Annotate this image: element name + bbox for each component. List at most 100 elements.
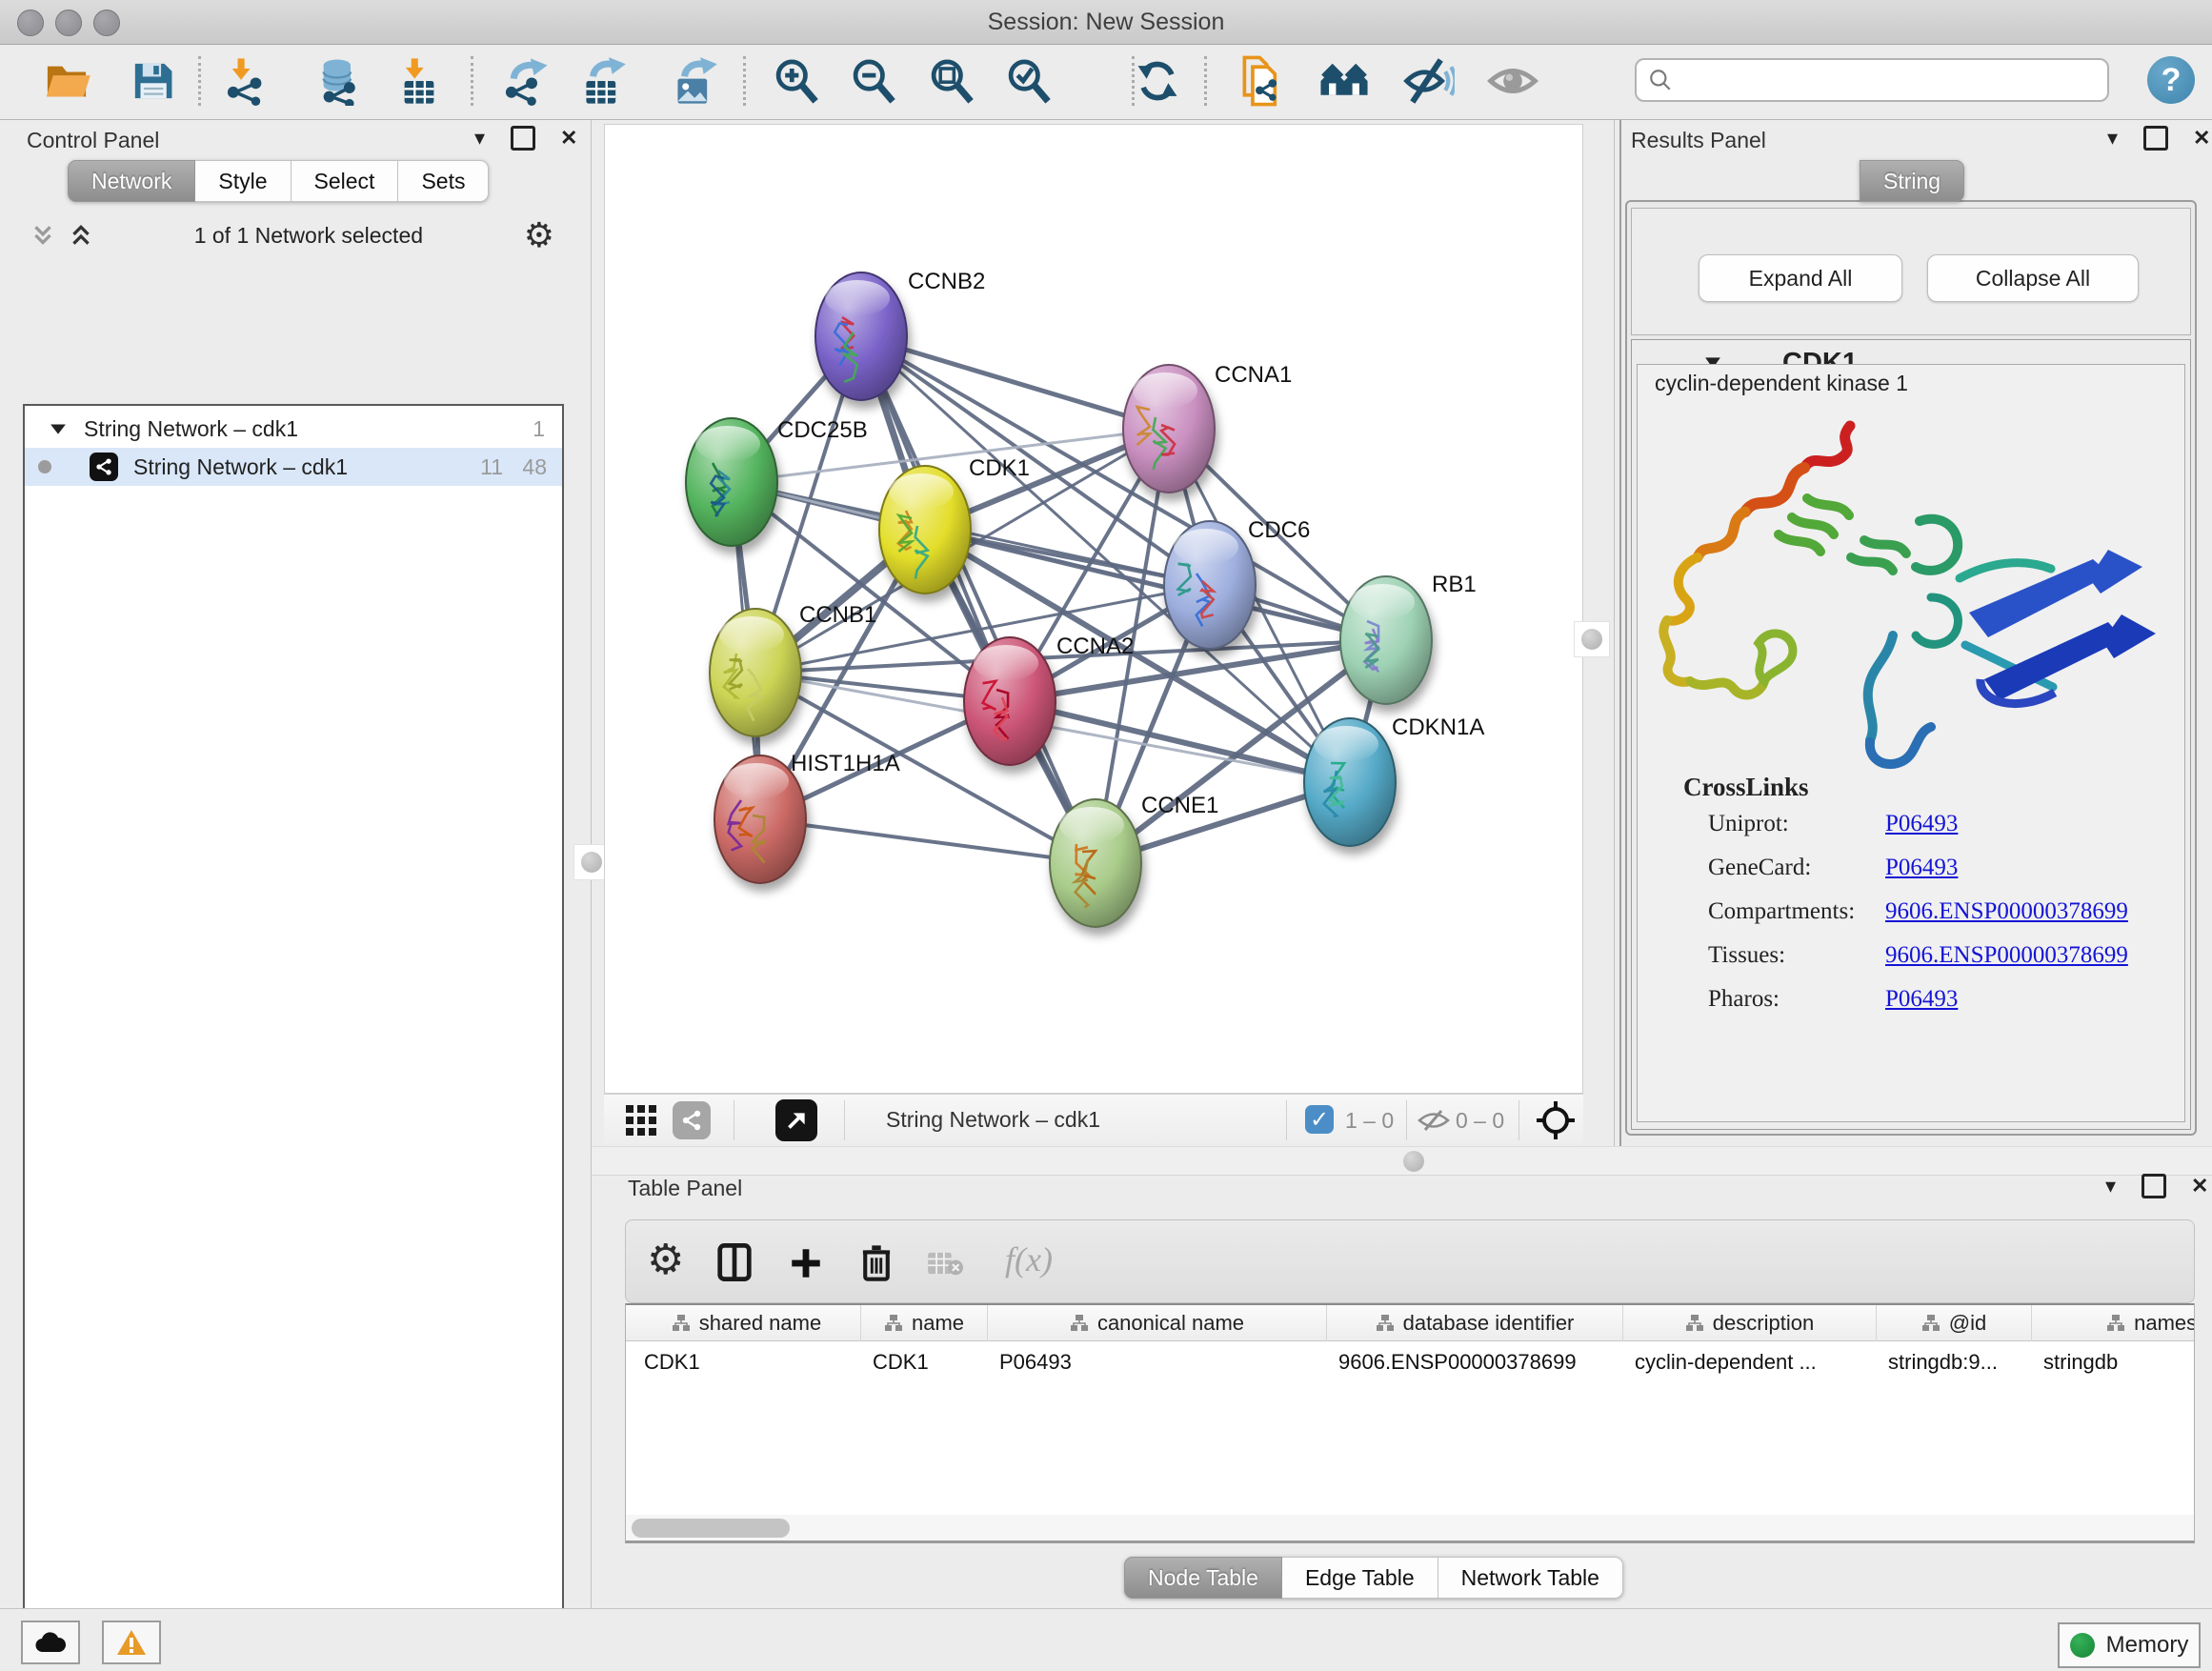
table-cell[interactable]: P06493 xyxy=(988,1345,1327,1379)
close-panel-icon[interactable]: ✕ xyxy=(560,126,577,151)
import-table-file-icon[interactable] xyxy=(391,52,448,110)
column-header-name[interactable]: name xyxy=(861,1305,988,1341)
float-panel-icon[interactable]: ▾ xyxy=(2107,126,2118,151)
network-node-CDKN1A[interactable] xyxy=(1304,718,1396,846)
first-neighbors-icon[interactable] xyxy=(1316,52,1373,110)
float-panel-icon[interactable]: ▾ xyxy=(2105,1174,2116,1198)
network-edge-HIST1H1A-CCNE1[interactable] xyxy=(760,819,1096,863)
tab-style[interactable]: Style xyxy=(195,160,291,202)
warning-status-icon[interactable] xyxy=(102,1621,161,1664)
tab-string[interactable]: String xyxy=(1860,160,1964,202)
float-panel-icon[interactable]: ▾ xyxy=(474,126,485,151)
tab-network[interactable]: Network xyxy=(68,160,195,202)
cytoscape-window: Session: New Session xyxy=(0,0,2212,1671)
refresh-icon[interactable] xyxy=(1129,52,1186,110)
import-network-database-icon[interactable] xyxy=(310,52,367,110)
create-column-icon[interactable] xyxy=(790,1247,822,1279)
close-panel-icon[interactable]: ✕ xyxy=(2191,1174,2208,1198)
hide-selected-icon[interactable] xyxy=(1400,52,1458,110)
birds-eye-crosshair-icon[interactable] xyxy=(1536,1100,1576,1145)
table-hscrollbar[interactable] xyxy=(626,1515,2194,1541)
network-node-CCNE1[interactable] xyxy=(1050,799,1141,927)
open-session-icon[interactable] xyxy=(38,52,95,110)
table-cell[interactable]: CDK1 xyxy=(633,1345,861,1379)
network-tree-root-row[interactable]: String Network – cdk1 1 xyxy=(25,410,562,448)
delete-column-icon[interactable] xyxy=(860,1243,893,1281)
network-node-CCNB2[interactable] xyxy=(815,272,907,400)
zoom-selected-icon[interactable] xyxy=(1000,52,1057,110)
network-canvas[interactable]: CCNB2CCNA1CDC25BCDK1CDC6RB1CCNB1CCNA2CDK… xyxy=(604,124,1583,1094)
import-network-file-icon[interactable] xyxy=(218,52,275,110)
network-node-RB1[interactable] xyxy=(1340,576,1432,704)
close-panel-icon[interactable]: ✕ xyxy=(2193,126,2210,151)
column-header-@id[interactable]: @id xyxy=(1877,1305,2032,1341)
column-header-database-identifier[interactable]: database identifier xyxy=(1327,1305,1623,1341)
tree-expand-icon[interactable] xyxy=(50,420,67,437)
tab-node-table[interactable]: Node Table xyxy=(1124,1557,1282,1599)
network-node-CDC6[interactable] xyxy=(1164,521,1256,649)
network-share-view-icon[interactable] xyxy=(673,1101,711,1139)
import-string-network-icon[interactable] xyxy=(1235,52,1292,110)
export-image-icon[interactable] xyxy=(665,52,722,110)
maximize-panel-icon[interactable] xyxy=(511,126,535,151)
show-columns-icon[interactable] xyxy=(717,1243,752,1281)
table-cell[interactable]: CDK1 xyxy=(861,1345,988,1379)
grid-view-icon[interactable] xyxy=(625,1104,657,1141)
network-edge-CCNB2-CCNA1[interactable] xyxy=(861,336,1169,429)
crosslink-value-link[interactable]: 9606.ENSP00000378699 xyxy=(1885,898,2128,925)
network-node-CDK1[interactable] xyxy=(879,466,971,594)
expand-all-button[interactable]: Expand All xyxy=(1699,254,1902,302)
network-node-label-CDC6: CDC6 xyxy=(1248,517,1310,543)
network-options-gear-icon[interactable]: ⚙ xyxy=(524,215,554,255)
right-splitter-handle[interactable] xyxy=(1574,621,1610,657)
collapse-all-button[interactable]: Collapse All xyxy=(1927,254,2139,302)
tab-network-table[interactable]: Network Table xyxy=(1438,1557,1623,1599)
column-header-namespace[interactable]: namespace xyxy=(2032,1305,2195,1341)
crosslink-value-link[interactable]: P06493 xyxy=(1885,811,1958,837)
network-node-CCNB1[interactable] xyxy=(710,609,801,736)
expand-all-icon[interactable] xyxy=(69,223,93,248)
memory-button[interactable]: Memory xyxy=(2058,1622,2201,1668)
function-builder-icon[interactable]: f(x) xyxy=(1005,1239,1053,1279)
search-input[interactable] xyxy=(1673,67,2107,93)
crosslink-value-link[interactable]: P06493 xyxy=(1885,986,1958,1013)
table-cell[interactable]: cyclin-dependent ... xyxy=(1623,1345,1877,1379)
selected-nodes-checkbox-icon[interactable]: ✓ xyxy=(1305,1105,1334,1134)
export-network-icon[interactable] xyxy=(496,52,553,110)
column-header-description[interactable]: description xyxy=(1623,1305,1877,1341)
table-cell[interactable]: 9606.ENSP00000378699 xyxy=(1327,1345,1623,1379)
table-hscrollbar-thumb[interactable] xyxy=(632,1519,790,1538)
table-cell[interactable]: stringdb xyxy=(2032,1345,2195,1379)
zoom-out-icon[interactable] xyxy=(845,52,902,110)
maximize-panel-icon[interactable] xyxy=(2143,126,2168,151)
maximize-panel-icon[interactable] xyxy=(2142,1174,2166,1198)
table-toolbar: ⚙ f(x) xyxy=(625,1219,2195,1303)
network-node-CCNA2[interactable] xyxy=(964,637,1056,765)
cloud-status-icon[interactable] xyxy=(21,1621,80,1664)
detach-view-icon[interactable] xyxy=(775,1099,817,1141)
crosslink-value-link[interactable]: P06493 xyxy=(1885,855,1958,881)
zoom-in-icon[interactable] xyxy=(768,52,825,110)
network-edges xyxy=(732,336,1386,863)
tab-sets[interactable]: Sets xyxy=(398,160,489,202)
collapse-all-icon[interactable] xyxy=(30,223,55,248)
show-all-icon[interactable] xyxy=(1484,52,1541,110)
column-header-shared-name[interactable]: shared name xyxy=(633,1305,861,1341)
table-options-gear-icon[interactable]: ⚙ xyxy=(647,1236,684,1284)
network-tree-child-row[interactable]: String Network – cdk1 11 48 xyxy=(25,448,562,486)
export-table-icon[interactable] xyxy=(573,52,631,110)
horizontal-splitter-handle[interactable] xyxy=(1403,1151,1424,1172)
help-icon[interactable]: ? xyxy=(2147,56,2195,104)
save-session-icon[interactable] xyxy=(124,52,181,110)
network-edge-CCNB2-CCNE1[interactable] xyxy=(861,336,1096,863)
table-cell[interactable]: stringdb:9... xyxy=(1877,1345,2032,1379)
zoom-fit-icon[interactable] xyxy=(923,52,980,110)
delete-table-icon[interactable] xyxy=(927,1249,963,1278)
network-node-CCNA1[interactable] xyxy=(1123,365,1215,493)
horizontal-splitter[interactable] xyxy=(592,1146,2212,1176)
tab-edge-table[interactable]: Edge Table xyxy=(1282,1557,1438,1599)
crosslink-value-link[interactable]: 9606.ENSP00000378699 xyxy=(1885,942,2128,969)
network-node-CDC25B[interactable] xyxy=(686,418,777,546)
tab-select[interactable]: Select xyxy=(292,160,399,202)
column-header-canonical-name[interactable]: canonical name xyxy=(988,1305,1327,1341)
